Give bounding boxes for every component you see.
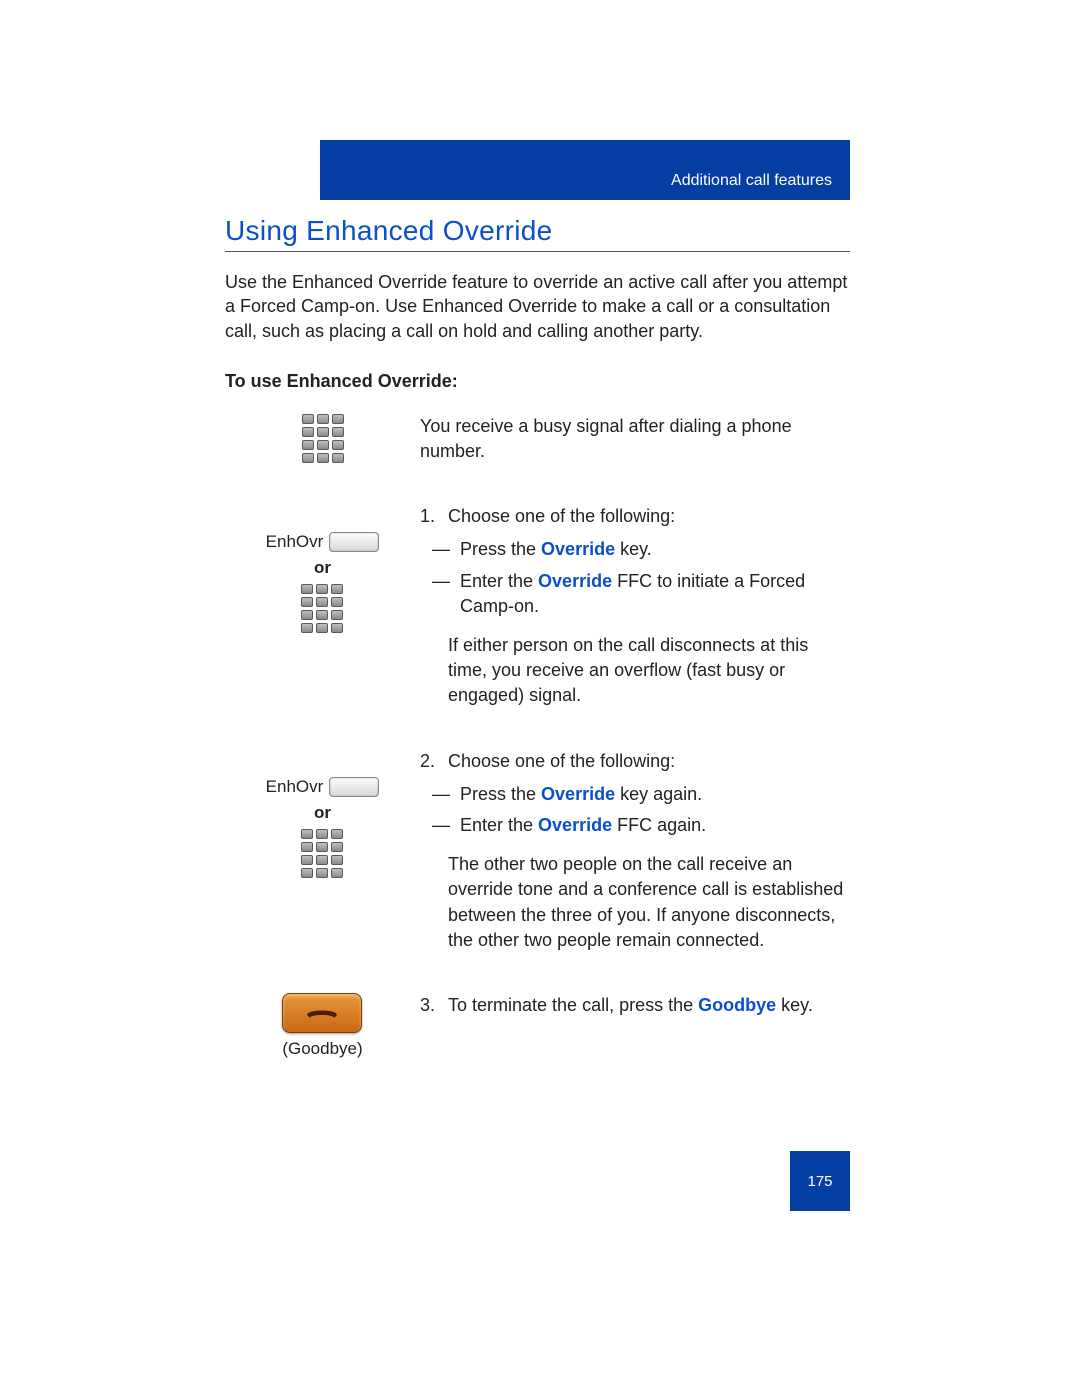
step2-number: 2. — [420, 749, 448, 774]
step-row-0: You receive a busy signal after dialing … — [225, 414, 850, 464]
step1-number: 1. — [420, 504, 448, 529]
override-key-label: Override — [541, 539, 615, 559]
intro-paragraph: Use the Enhanced Override feature to ove… — [225, 270, 850, 343]
softkey-label: EnhOvr — [266, 777, 324, 797]
step-row-2: EnhOvr or 2. Choose one of the following — [225, 749, 850, 953]
softkey-enhovr: EnhOvr — [266, 777, 380, 797]
step1-graphic-col: EnhOvr or — [225, 504, 420, 708]
title-divider — [225, 251, 850, 252]
softkey-button-icon — [329, 777, 379, 797]
step2-lead: Choose one of the following: — [448, 749, 675, 774]
step2-text: 2. Choose one of the following: — Press … — [420, 749, 850, 953]
step2-option-a: Press the Override key again. — [460, 782, 702, 807]
keypad-icon — [301, 829, 343, 878]
step1-lead: Choose one of the following: — [448, 504, 675, 529]
step1-note: If either person on the call disconnects… — [448, 633, 850, 709]
goodbye-caption: (Goodbye) — [282, 1039, 362, 1059]
procedure-heading: To use Enhanced Override: — [225, 371, 850, 392]
step2-note: The other two people on the call receive… — [448, 852, 850, 953]
step3-graphic-col: (Goodbye) — [225, 993, 420, 1059]
step0-graphic-col — [225, 414, 420, 464]
softkey-label: EnhOvr — [266, 532, 324, 552]
dash: — — [432, 813, 460, 838]
header-category-bar: Additional call features — [320, 140, 850, 200]
page: Additional call features Using Enhanced … — [0, 0, 1080, 1397]
override-key-label: Override — [541, 784, 615, 804]
or-label: or — [314, 803, 331, 823]
step1-option-a: Press the Override key. — [460, 537, 652, 562]
dash: — — [432, 537, 460, 562]
header-category-text: Additional call features — [671, 172, 832, 190]
step3-body: To terminate the call, press the Goodbye… — [448, 993, 813, 1018]
step3-number: 3. — [420, 993, 448, 1018]
dash: — — [432, 569, 460, 619]
keypad-icon — [301, 584, 343, 633]
softkey-enhovr: EnhOvr — [266, 532, 380, 552]
keypad-icon — [302, 414, 344, 463]
dash: — — [432, 782, 460, 807]
step1-option-b: Enter the Override FFC to initiate a For… — [460, 569, 850, 619]
or-label: or — [314, 558, 331, 578]
content-area: Using Enhanced Override Use the Enhanced… — [225, 215, 850, 1059]
goodbye-key-label: Goodbye — [698, 995, 776, 1015]
override-key-label: Override — [538, 571, 612, 591]
step-row-1: EnhOvr or 1. Choose one of the following — [225, 504, 850, 708]
step0-text: You receive a busy signal after dialing … — [420, 414, 850, 464]
page-number-box: 175 — [790, 1151, 850, 1211]
page-title: Using Enhanced Override — [225, 215, 850, 247]
step-row-3: (Goodbye) 3. To terminate the call, pres… — [225, 993, 850, 1059]
step3-text: 3. To terminate the call, press the Good… — [420, 993, 850, 1059]
step2-graphic-col: EnhOvr or — [225, 749, 420, 953]
softkey-button-icon — [329, 532, 379, 552]
page-number: 175 — [807, 1173, 832, 1190]
goodbye-button-icon — [282, 993, 362, 1033]
override-key-label: Override — [538, 815, 612, 835]
step1-text: 1. Choose one of the following: — Press … — [420, 504, 850, 708]
step2-option-b: Enter the Override FFC again. — [460, 813, 706, 838]
